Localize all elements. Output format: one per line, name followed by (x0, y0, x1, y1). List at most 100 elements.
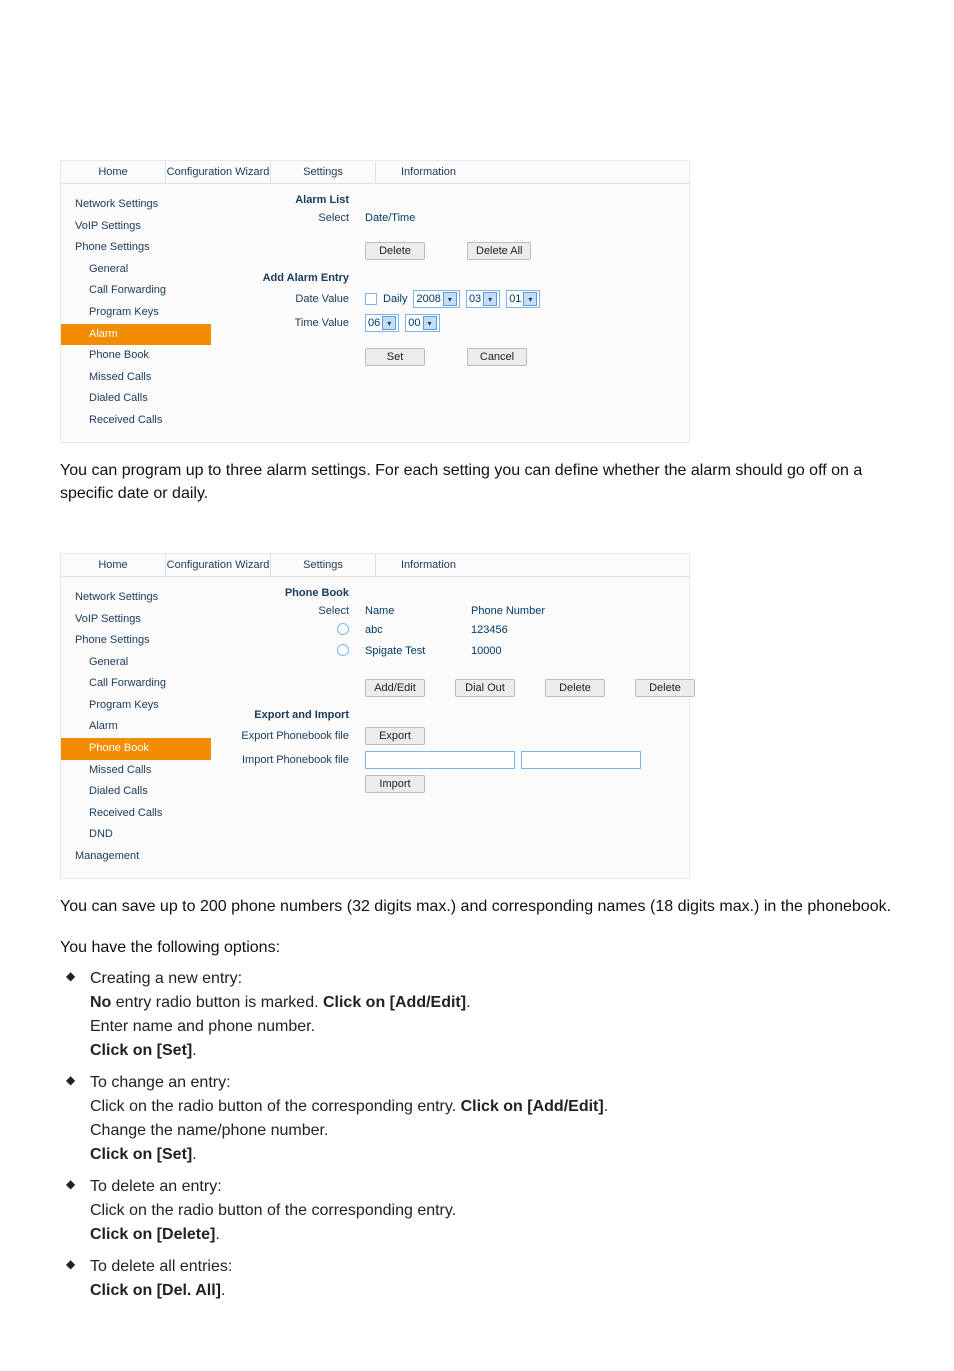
chevron-down-icon: ▾ (423, 316, 437, 330)
chevron-down-icon: ▾ (443, 292, 457, 306)
entry-name: abc (365, 624, 465, 636)
sidebar-network[interactable]: Network Settings (61, 194, 211, 216)
sidebar-general[interactable]: General (61, 652, 211, 674)
time-value-label: Time Value (219, 317, 359, 329)
text: . (192, 1146, 196, 1163)
export-file-label: Export Phonebook file (219, 730, 359, 742)
bold-text: Click on [Add/Edit] (461, 1098, 604, 1115)
sidebar-voip[interactable]: VoIP Settings (61, 216, 211, 238)
alarm-list-heading: Alarm List (219, 194, 359, 206)
text: entry radio button is marked. (111, 994, 323, 1011)
daily-label: Daily (383, 293, 407, 305)
add-edit-button[interactable]: Add/Edit (365, 679, 425, 697)
import-file-label: Import Phonebook file (219, 754, 359, 766)
select-label: Select (219, 212, 359, 224)
sidebar-network[interactable]: Network Settings (61, 587, 211, 609)
alarm-description: You can program up to three alarm settin… (60, 459, 894, 505)
text: Click on the radio button of the corresp… (90, 1098, 461, 1115)
sidebar: Network Settings VoIP Settings Phone Set… (61, 577, 211, 878)
tab-info[interactable]: Information (376, 554, 481, 576)
entry-number: 10000 (471, 645, 591, 657)
sidebar-alarm[interactable]: Alarm (61, 324, 211, 346)
phone-book-heading: Phone Book (219, 587, 359, 599)
text: . (604, 1098, 608, 1115)
sidebar-missed[interactable]: Missed Calls (61, 367, 211, 389)
year-select[interactable]: 2008▾ (413, 290, 459, 308)
table-row: Spigate Test 10000 (219, 644, 695, 659)
add-entry-heading: Add Alarm Entry (219, 272, 359, 284)
option-title: To change an entry: (90, 1074, 231, 1091)
bold-text: Click on [Add/Edit] (323, 994, 466, 1011)
chevron-down-icon: ▾ (382, 316, 396, 330)
name-header: Name (365, 605, 465, 617)
sidebar-callfwd[interactable]: Call Forwarding (61, 673, 211, 695)
sidebar-callfwd[interactable]: Call Forwarding (61, 280, 211, 302)
sidebar-general[interactable]: General (61, 259, 211, 281)
tab-wizard[interactable]: Configuration Wizard (166, 554, 271, 576)
list-item: To delete all entries: Click on [Del. Al… (60, 1255, 894, 1303)
import-path-input[interactable] (365, 751, 515, 769)
export-import-heading: Export and Import (219, 709, 359, 721)
set-button[interactable]: Set (365, 348, 425, 366)
import-button[interactable]: Import (365, 775, 425, 793)
sidebar: Network Settings VoIP Settings Phone Set… (61, 184, 211, 442)
sidebar-voip[interactable]: VoIP Settings (61, 609, 211, 631)
sidebar-missed[interactable]: Missed Calls (61, 760, 211, 782)
chevron-down-icon: ▾ (483, 292, 497, 306)
sidebar-phonebook[interactable]: Phone Book (61, 738, 211, 760)
daily-checkbox[interactable] (365, 293, 377, 305)
entry-name: Spigate Test (365, 645, 465, 657)
sidebar-progkeys[interactable]: Program Keys (61, 695, 211, 717)
export-button[interactable]: Export (365, 727, 425, 745)
delete-button[interactable]: Delete (365, 242, 425, 260)
tab-wizard[interactable]: Configuration Wizard (166, 161, 271, 183)
tab-settings[interactable]: Settings (271, 161, 376, 183)
alarm-content: Alarm List Select Date/Time Delete Delet… (211, 184, 689, 442)
tab-info[interactable]: Information (376, 161, 481, 183)
table-row: abc 123456 (219, 623, 695, 638)
bold-text: Click on [Set] (90, 1042, 192, 1059)
sidebar-dnd[interactable]: DND (61, 824, 211, 846)
browse-input[interactable] (521, 751, 641, 769)
dial-out-button[interactable]: Dial Out (455, 679, 515, 697)
text: . (221, 1282, 225, 1299)
sidebar-received[interactable]: Received Calls (61, 803, 211, 825)
list-item: To delete an entry: Click on the radio b… (60, 1175, 894, 1247)
delete-button[interactable]: Delete (545, 679, 605, 697)
sidebar-dialed[interactable]: Dialed Calls (61, 781, 211, 803)
sidebar-management[interactable]: Management (61, 846, 211, 868)
delete-button-2[interactable]: Delete (635, 679, 695, 697)
sidebar-progkeys[interactable]: Program Keys (61, 302, 211, 324)
entry-radio[interactable] (337, 644, 349, 656)
text: Change the name/phone number. (90, 1119, 894, 1143)
delete-all-button[interactable]: Delete All (467, 242, 531, 260)
sidebar-phonebook[interactable]: Phone Book (61, 345, 211, 367)
cancel-button[interactable]: Cancel (467, 348, 527, 366)
tab-home[interactable]: Home (61, 554, 166, 576)
text: Click on the radio button of the corresp… (90, 1199, 894, 1223)
sidebar-alarm[interactable]: Alarm (61, 716, 211, 738)
options-list: Creating a new entry: No entry radio but… (60, 967, 894, 1303)
entry-number: 123456 (471, 624, 591, 636)
text: . (215, 1226, 219, 1243)
hour-select[interactable]: 06▾ (365, 314, 399, 332)
sidebar-dialed[interactable]: Dialed Calls (61, 388, 211, 410)
minute-select[interactable]: 00▾ (405, 314, 439, 332)
day-select[interactable]: 01▾ (506, 290, 540, 308)
text: Enter name and phone number. (90, 1015, 894, 1039)
option-title: To delete all entries: (90, 1258, 232, 1275)
datetime-header: Date/Time (365, 212, 415, 224)
entry-radio[interactable] (337, 623, 349, 635)
month-select[interactable]: 03▾ (466, 290, 500, 308)
bold-text: Click on [Set] (90, 1146, 192, 1163)
tab-settings[interactable]: Settings (271, 554, 376, 576)
sidebar-received[interactable]: Received Calls (61, 410, 211, 432)
chevron-down-icon: ▾ (523, 292, 537, 306)
sidebar-phone[interactable]: Phone Settings (61, 237, 211, 259)
select-label: Select (219, 605, 359, 617)
options-intro: You have the following options: (60, 936, 894, 959)
phonebook-screenshot: Home Configuration Wizard Settings Infor… (60, 553, 690, 879)
bold-text: Click on [Del. All] (90, 1282, 221, 1299)
sidebar-phone[interactable]: Phone Settings (61, 630, 211, 652)
tab-home[interactable]: Home (61, 161, 166, 183)
